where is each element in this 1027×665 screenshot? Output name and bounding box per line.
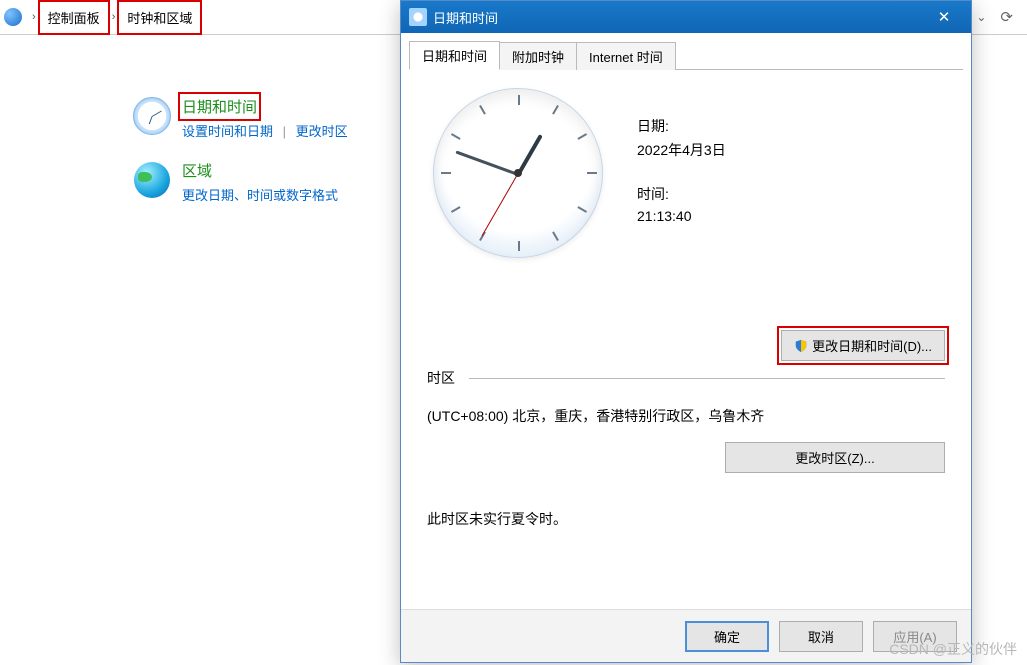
category-datetime-title[interactable]: 日期和时间	[182, 96, 257, 117]
refresh-icon[interactable]: ⟳	[994, 8, 1019, 26]
category-region: 区域 更改日期、时间或数字格式	[132, 160, 338, 204]
timezone-value: (UTC+08:00) 北京，重庆，香港特别行政区，乌鲁木齐	[427, 406, 945, 426]
date-label: 日期:	[637, 116, 726, 136]
chevron-right-icon: ›	[106, 11, 122, 23]
time-label: 时间:	[637, 184, 726, 204]
tab-datetime[interactable]: 日期和时间	[409, 41, 500, 70]
cancel-button[interactable]: 取消	[779, 621, 863, 652]
link-change-timezone[interactable]: 更改时区	[296, 124, 348, 139]
close-button[interactable]: ✕	[923, 5, 965, 29]
change-datetime-label: 更改日期和时间(D)...	[812, 336, 932, 355]
tab-internet-time[interactable]: Internet 时间	[576, 42, 676, 70]
time-value: 21:13:40	[637, 208, 726, 224]
chevron-right-icon: ›	[26, 11, 42, 23]
analog-clock	[433, 88, 603, 258]
timezone-header-label: 时区	[427, 368, 455, 388]
separator: |	[277, 124, 292, 139]
dialog-title: 日期和时间	[433, 8, 498, 27]
date-time-readout: 日期: 2022年4月3日 时间: 21:13:40	[637, 88, 726, 248]
timezone-section-header: 时区	[427, 368, 945, 388]
datetime-dialog: 日期和时间 ✕ 日期和时间 附加时钟 Internet 时间	[400, 0, 972, 663]
dst-note: 此时区未实行夏令时。	[427, 509, 945, 529]
apply-button[interactable]: 应用(A)	[873, 621, 957, 652]
category-datetime: 日期和时间 设置时间和日期 | 更改时区	[132, 96, 348, 140]
dialog-body: 日期: 2022年4月3日 时间: 21:13:40 更改日期和时间(D)...…	[401, 70, 971, 609]
shield-icon	[794, 339, 808, 353]
change-timezone-button[interactable]: 更改时区(Z)...	[725, 442, 945, 473]
link-change-formats[interactable]: 更改日期、时间或数字格式	[182, 188, 338, 203]
dropdown-icon[interactable]: ⌄	[968, 10, 994, 24]
change-datetime-button[interactable]: 更改日期和时间(D)...	[781, 330, 945, 361]
tabstrip: 日期和时间 附加时钟 Internet 时间	[401, 33, 971, 69]
dialog-titlebar[interactable]: 日期和时间 ✕	[401, 1, 971, 33]
dialog-button-row: 确定 取消 应用(A)	[401, 609, 971, 662]
breadcrumb-item-control-panel[interactable]: 控制面板	[42, 4, 106, 31]
category-region-title[interactable]: 区域	[182, 160, 338, 181]
dialog-icon	[409, 8, 427, 26]
date-value: 2022年4月3日	[637, 140, 726, 160]
clock-icon	[132, 96, 172, 136]
link-set-datetime[interactable]: 设置时间和日期	[182, 124, 273, 139]
ok-button[interactable]: 确定	[685, 621, 769, 652]
tab-additional-clocks[interactable]: 附加时钟	[499, 42, 577, 70]
globe-region-icon	[132, 160, 172, 200]
globe-icon	[4, 8, 22, 26]
breadcrumb-item-clock-region[interactable]: 时钟和区域	[121, 4, 198, 31]
